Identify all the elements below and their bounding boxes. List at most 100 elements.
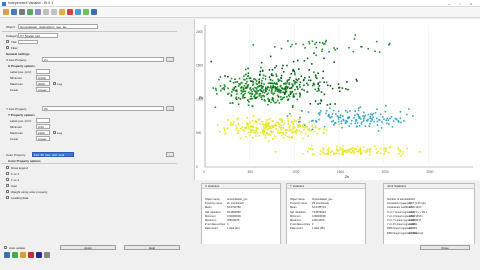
legend-option-checkbox[interactable] — [6, 166, 9, 169]
x-maximum-field[interactable]: 3000 — [36, 81, 50, 86]
open-icon[interactable] — [3, 9, 9, 15]
scatter-point — [363, 120, 365, 122]
stat-value: 1 data (Pb) — [312, 227, 325, 231]
close-icon[interactable]: × — [470, 1, 472, 6]
scatter-point — [298, 124, 301, 126]
taskbar-icon-6[interactable] — [44, 252, 50, 258]
color-options-button[interactable]: … — [166, 152, 174, 157]
scatter-point — [323, 93, 326, 96]
scatter-point — [315, 46, 318, 49]
scatter-plot[interactable]: 0 500 1000 1500 2000 2500 0 500 1000 1500 2000 Pb Zn — [194, 19, 480, 180]
scatter-point — [254, 131, 257, 134]
legend-option-checkbox[interactable] — [6, 190, 9, 193]
taskbar-icon-3[interactable] — [20, 252, 26, 258]
scatter-point — [356, 80, 358, 82]
y-axis-select[interactable]: Pb — [42, 106, 164, 111]
y-scale-select[interactable]: Linear — [36, 136, 50, 141]
scatter-point — [314, 74, 317, 77]
y-minimum-field[interactable]: 0.00 — [36, 124, 50, 129]
taskbar-icon-2[interactable] — [12, 252, 18, 258]
scatter-point — [322, 148, 325, 151]
scatter-point — [262, 129, 264, 132]
scatter-point — [389, 117, 391, 120]
scatter-point — [290, 72, 293, 75]
object-select[interactable]: Groundwater_gwlevelsmv_geo_lay — [18, 24, 98, 29]
export-icon[interactable] — [75, 9, 81, 15]
x-axis-options-button[interactable]: … — [166, 57, 174, 62]
x-log-checkbox[interactable] — [53, 82, 56, 85]
x-axis-select[interactable]: Zn — [42, 57, 164, 62]
y-axis-title: Pb — [199, 96, 203, 100]
scatter-point — [354, 122, 357, 124]
stat-value: 0.5271917 — [409, 206, 422, 210]
close-button[interactable]: Close — [420, 245, 470, 250]
pan-icon[interactable] — [35, 9, 41, 15]
scatter-point — [295, 43, 297, 45]
legend-option-checkbox[interactable] — [6, 184, 9, 187]
general-section[interactable]: General settings — [6, 52, 30, 56]
legend-option-checkbox[interactable] — [6, 178, 9, 181]
x-minimum-field[interactable]: 0.000 — [36, 75, 50, 80]
taskbar-icon-5[interactable] — [36, 252, 42, 258]
scatter-point — [342, 119, 345, 122]
scatter-point — [258, 95, 260, 97]
scatter-point — [395, 118, 397, 120]
category-select[interactable]: XY Scatter plot — [18, 33, 58, 38]
auto-update-checkbox[interactable] — [4, 246, 7, 249]
scatter-point — [341, 153, 343, 155]
scatter-point — [315, 54, 317, 57]
scatter-point — [244, 92, 246, 95]
legend-option-checkbox[interactable] — [6, 196, 9, 199]
title-field[interactable] — [18, 39, 38, 44]
scatter-point — [292, 60, 295, 63]
scatter-point — [252, 87, 254, 90]
scatter-point — [311, 124, 313, 127]
stat-row: Number of samples1234 — [387, 198, 415, 201]
stat-key: RMA linear regression — [387, 227, 413, 231]
scatter-point — [418, 150, 421, 153]
scatter-point — [245, 127, 248, 129]
scatter-point — [236, 93, 238, 95]
zoom-icon[interactable] — [27, 9, 33, 15]
x-options-section[interactable]: X Property options — [8, 64, 35, 68]
print-icon[interactable] — [19, 9, 25, 15]
y-options-section[interactable]: Y Property options — [8, 113, 35, 117]
x-axis-label: X Axis Property — [6, 58, 27, 62]
minimize-icon[interactable]: – — [448, 1, 450, 6]
y-log-checkbox[interactable] — [53, 131, 56, 134]
scatter-point — [255, 128, 258, 130]
y-axis-options-button[interactable]: … — [166, 106, 174, 111]
save-icon[interactable] — [11, 9, 17, 15]
stat-row: Mean 52.5793780 — [205, 206, 241, 209]
x-label-pos-field[interactable] — [36, 69, 50, 74]
undo-icon[interactable] — [43, 9, 49, 15]
help-button[interactable]: Help — [124, 245, 180, 250]
filter-checkbox[interactable] — [6, 46, 9, 49]
scatter-point — [287, 122, 290, 125]
scatter-point — [325, 81, 328, 84]
color-icon[interactable] — [67, 9, 73, 15]
color-property-select[interactable]: Lmt_ID_geo_unit_geol — [32, 152, 74, 157]
stat-key: Covariance coefficient — [387, 206, 413, 210]
taskbar-icon-1[interactable] — [4, 252, 10, 258]
scatter-point — [262, 74, 265, 76]
lock-icon[interactable] — [59, 9, 65, 15]
info-icon[interactable] — [91, 9, 97, 15]
apply-button[interactable]: Apply — [60, 245, 116, 250]
taskbar-icon-4[interactable] — [28, 252, 34, 258]
redo-icon[interactable] — [51, 9, 57, 15]
y-label-pos-field[interactable] — [36, 118, 50, 123]
scatter-point — [222, 86, 225, 89]
scatter-point — [275, 75, 278, 77]
refresh-icon[interactable] — [83, 9, 89, 15]
scatter-point — [289, 112, 291, 115]
legend-option-checkbox[interactable] — [6, 172, 9, 175]
scatter-point — [275, 121, 278, 124]
title-checkbox[interactable] — [6, 40, 9, 43]
stat-key: Std. deviation — [290, 210, 306, 214]
maximize-icon[interactable]: ▫ — [459, 1, 460, 6]
scatter-plot-svg[interactable]: 0 500 1000 1500 2000 25000500100015002000PbZn — [195, 19, 480, 180]
scatter-point — [230, 94, 233, 96]
x-scale-select[interactable]: Linear — [36, 87, 50, 92]
y-maximum-field[interactable]: 2100 — [36, 130, 50, 135]
